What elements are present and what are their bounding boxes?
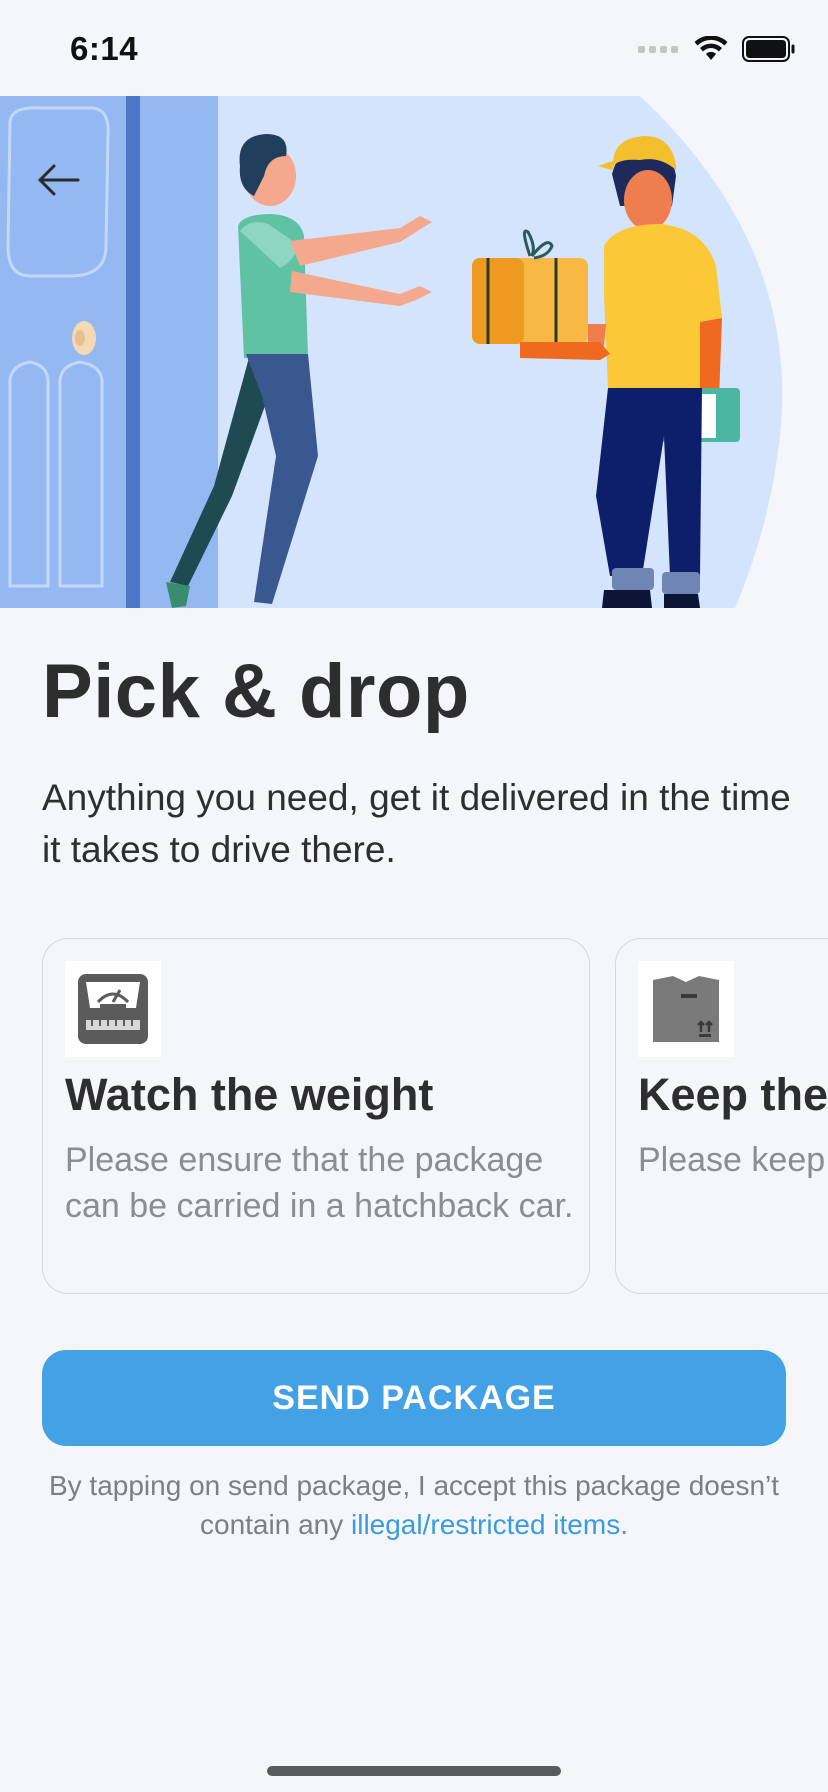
info-card-keep: Keep the Please keep before the p pickup… [615,938,828,1294]
send-package-button[interactable]: SEND PACKAGE [42,1350,786,1446]
package-box-icon [653,976,719,1042]
card-icon-box [638,961,734,1057]
status-icons [638,34,796,64]
info-card-weight: Watch the weight Please ensure that the … [42,938,590,1294]
page-title: Pick & drop [42,649,470,734]
status-time: 6:14 [70,30,139,67]
disclaimer: By tapping on send package, I accept thi… [42,1466,786,1544]
cellular-signal-icon [638,46,678,53]
card-text: Please ensure that the package can be ca… [65,1141,574,1225]
card-title: Watch the weight [65,1069,434,1120]
info-cards-carousel[interactable]: Watch the weight Please ensure that the … [42,938,828,1296]
card-text: Please keep before the p pickup. [638,1141,828,1179]
battery-icon [742,36,795,62]
delivery-illustration [0,96,783,608]
hero-illustration [0,96,828,608]
page-subtitle: Anything you need, get it delivered in t… [42,777,791,870]
card-icon-box [65,961,161,1057]
home-indicator [267,1766,561,1776]
status-bar: 6:14 [0,0,828,96]
card-title: Keep the [638,1069,828,1120]
wifi-icon [694,36,728,60]
arrow-left-icon [38,164,80,196]
restricted-items-link[interactable]: illegal/restricted items. [351,1509,628,1540]
weighing-scale-icon [78,974,148,1044]
back-button[interactable] [28,150,88,210]
